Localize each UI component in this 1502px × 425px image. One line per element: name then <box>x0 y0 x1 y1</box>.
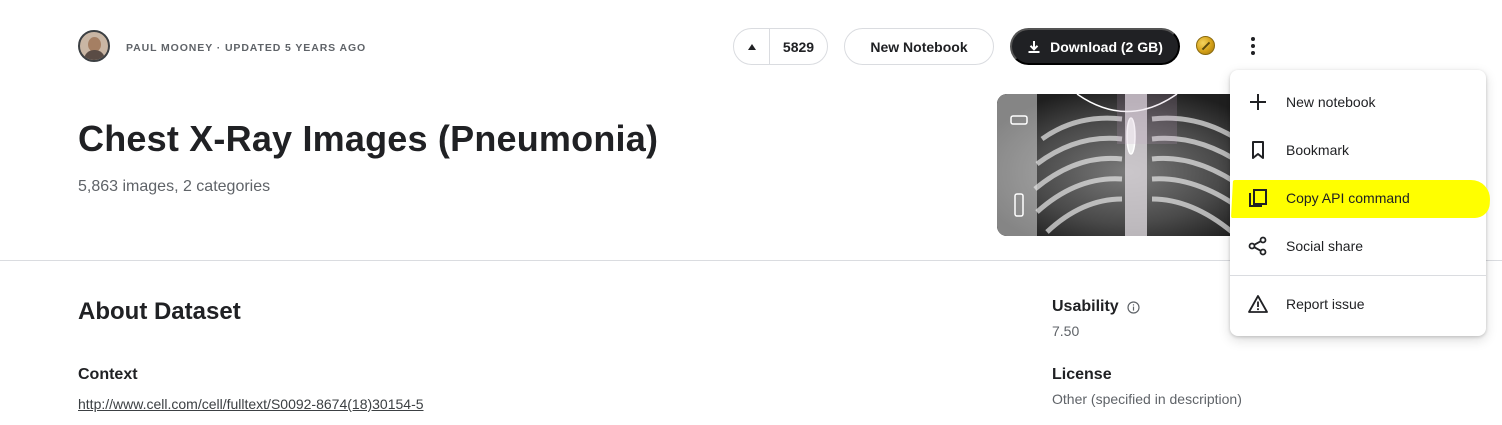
menu-item-label: Copy API command <box>1286 190 1410 206</box>
menu-item-social-share[interactable]: Social share <box>1230 222 1486 270</box>
context-heading: Context <box>78 366 138 383</box>
new-notebook-button[interactable]: New Notebook <box>844 28 994 65</box>
license-heading: License <box>1052 366 1112 383</box>
dataset-subtitle: 5,863 images, 2 categories <box>78 178 271 195</box>
context-link[interactable]: http://www.cell.com/cell/fulltext/S0092-… <box>78 396 424 412</box>
upvote-button[interactable] <box>734 29 770 64</box>
usability-value: 7.50 <box>1052 323 1080 339</box>
vote-count: 5829 <box>782 38 815 55</box>
info-icon[interactable] <box>1127 300 1140 314</box>
download-button[interactable]: Download (2 GB) <box>1010 28 1180 65</box>
menu-divider <box>1230 275 1486 276</box>
dataset-thumbnail <box>997 94 1257 236</box>
menu-item-report-issue[interactable]: Report issue <box>1230 280 1486 328</box>
license-value: Other (specified in description) <box>1052 391 1242 407</box>
caret-up-icon <box>747 43 756 50</box>
share-icon <box>1246 234 1270 258</box>
download-label: Download (2 GB) <box>1050 38 1163 55</box>
author-avatar[interactable] <box>78 30 110 62</box>
usability-label: Usability <box>1052 298 1119 315</box>
more-options-menu-overlay: Copy API command Social share Report iss… <box>1230 70 1486 336</box>
warning-icon <box>1246 292 1270 316</box>
author-line: PAUL MOONEY · UPDATED 5 YEARS AGO <box>126 42 367 54</box>
more-options-icon[interactable] <box>1243 32 1263 60</box>
menu-item-label: Social share <box>1286 238 1364 254</box>
avatar-body <box>84 50 105 60</box>
dataset-title: Chest X-Ray Images (Pneumonia) <box>78 118 659 159</box>
copy-icon <box>1246 186 1270 210</box>
download-icon <box>1028 40 1040 53</box>
menu-item-copy-api-command[interactable]: Copy API command <box>1230 174 1486 222</box>
medal-icon <box>1196 36 1215 55</box>
upvote-widget: 5829 <box>733 28 828 65</box>
menu-item-label: Report issue <box>1286 296 1365 312</box>
usability-heading: Usability <box>1052 298 1140 316</box>
about-heading: About Dataset <box>78 298 241 325</box>
